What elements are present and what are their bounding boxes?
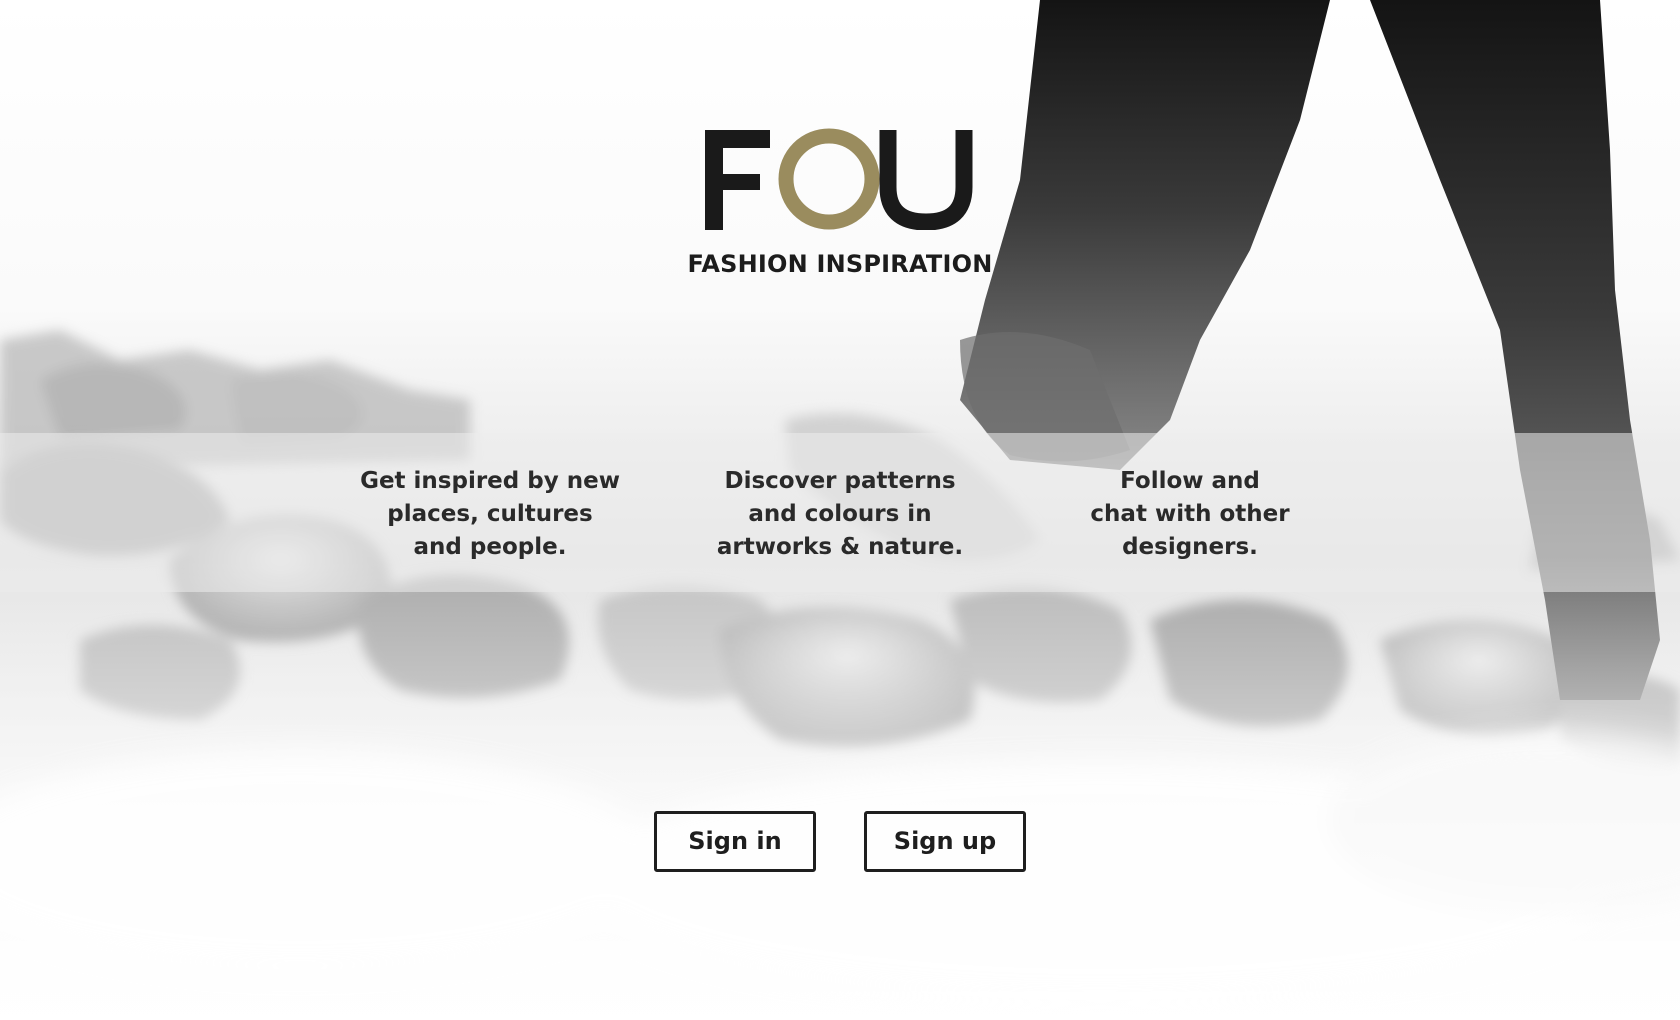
logo-letter-o [778,128,880,230]
feature-patterns: Discover patterns and colours in artwork… [695,465,985,564]
sign-up-button[interactable]: Sign up [864,811,1026,872]
logo-letter-u [879,130,973,230]
feature-line: Discover patterns [724,468,956,494]
feature-line: artworks & nature. [716,534,964,560]
feature-community: Follow and chat with other designers. [1045,465,1335,564]
feature-line: and colours in [748,501,932,527]
feature-line: Get inspired by new [360,468,620,494]
landing-page: FASHION INSPIRATION Get inspired by new … [0,0,1680,1020]
tagline: FASHION INSPIRATION [687,250,993,278]
feature-line: places, cultures [387,501,593,527]
feature-line: designers. [1122,534,1258,560]
feature-line: and people. [413,534,567,560]
sign-in-button[interactable]: Sign in [654,811,816,872]
logo-wordmark [705,128,973,230]
feature-inspiration: Get inspired by new places, cultures and… [345,465,635,564]
feature-line: Follow and [1120,468,1260,494]
logo-letter-f [705,130,770,230]
feature-line: chat with other [1090,501,1290,527]
